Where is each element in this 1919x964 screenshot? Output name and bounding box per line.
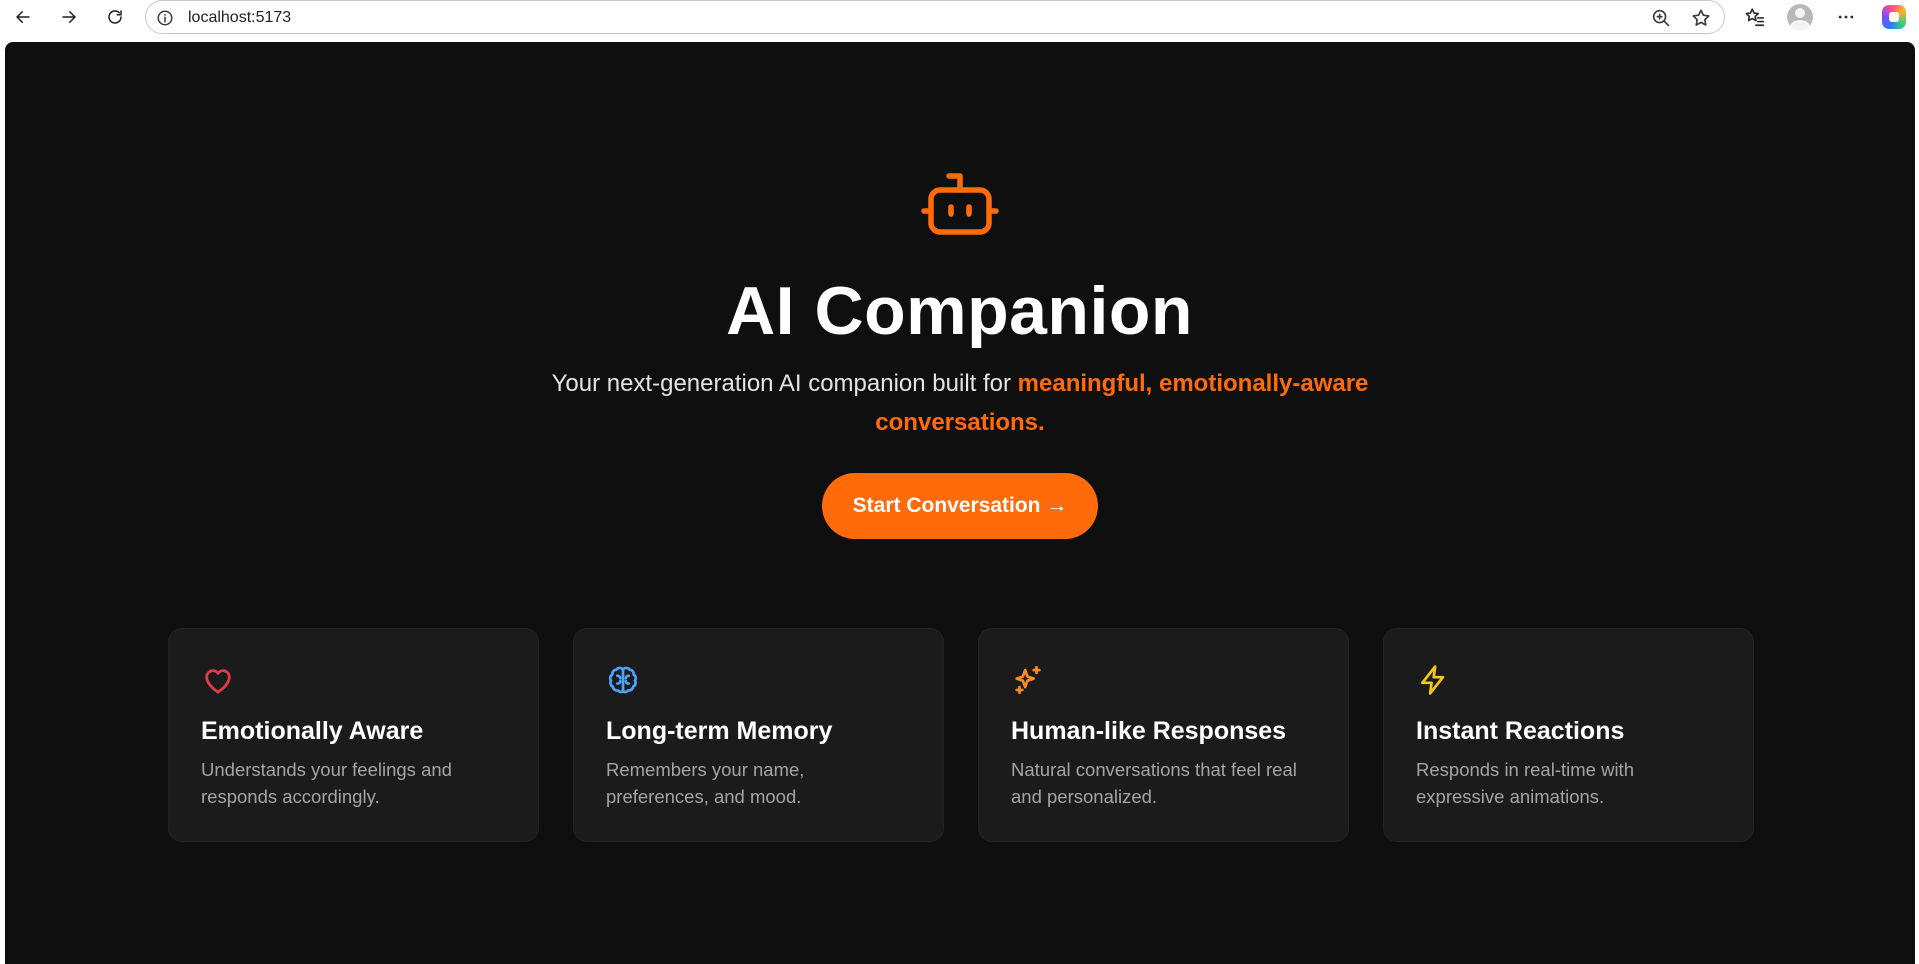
forward-button[interactable] bbox=[54, 2, 84, 32]
feature-description: Natural conversations that feel real and… bbox=[1011, 759, 1297, 807]
favorites-button[interactable] bbox=[1742, 4, 1768, 30]
copilot-button[interactable] bbox=[1881, 4, 1907, 30]
url-text[interactable]: localhost:5173 bbox=[188, 9, 291, 27]
favorites-icon bbox=[1745, 8, 1765, 27]
feature-title: Long-term Memory bbox=[606, 717, 833, 745]
feature-description: Understands your feelings and responds a… bbox=[201, 759, 452, 807]
feature-card-long-term-memory: Long-term Memory Remembers your name, pr… bbox=[573, 628, 944, 842]
feature-title: Instant Reactions bbox=[1416, 717, 1625, 745]
profile-icon bbox=[1787, 4, 1813, 30]
info-icon[interactable] bbox=[156, 9, 174, 27]
profile-button[interactable] bbox=[1787, 4, 1813, 30]
feature-title: Human-like Responses bbox=[1011, 717, 1287, 745]
hero-subtitle: Your next-generation AI companion built … bbox=[550, 364, 1370, 442]
more-icon bbox=[1838, 15, 1854, 19]
feature-description: Responds in real-time with expressive an… bbox=[1416, 759, 1634, 807]
sparkles-icon bbox=[1011, 663, 1045, 697]
brain-icon bbox=[606, 663, 640, 697]
forward-arrow-icon bbox=[62, 11, 76, 23]
heart-icon bbox=[201, 663, 235, 697]
lightning-icon bbox=[1416, 663, 1450, 697]
back-button[interactable] bbox=[8, 2, 38, 32]
start-conversation-button[interactable]: Start Conversation → bbox=[822, 473, 1098, 539]
reload-icon bbox=[108, 10, 122, 24]
zoom-icon[interactable] bbox=[1650, 7, 1672, 29]
feature-card-emotionally-aware: Emotionally Aware Understands your feeli… bbox=[168, 628, 539, 842]
page-title: AI Companion bbox=[726, 273, 1193, 349]
address-bar[interactable]: localhost:5173 bbox=[145, 0, 1725, 34]
subtitle-text: Your next-generation AI companion built … bbox=[551, 370, 1018, 397]
more-menu-button[interactable] bbox=[1833, 4, 1859, 30]
feature-description: Remembers your name, preferences, and mo… bbox=[606, 759, 805, 807]
feature-cards: Emotionally Aware Understands your feeli… bbox=[168, 628, 1754, 842]
browser-toolbar: localhost:5173 bbox=[0, 0, 1919, 34]
robot-icon bbox=[920, 170, 1000, 242]
copilot-icon bbox=[1882, 5, 1906, 29]
star-icon[interactable] bbox=[1690, 7, 1712, 29]
reload-button[interactable] bbox=[100, 2, 130, 32]
feature-card-instant-reactions: Instant Reactions Responds in real-time … bbox=[1383, 628, 1754, 842]
feature-title: Emotionally Aware bbox=[201, 717, 424, 745]
back-arrow-icon bbox=[16, 11, 30, 23]
feature-card-human-like-responses: Human-like Responses Natural conversatio… bbox=[978, 628, 1349, 842]
